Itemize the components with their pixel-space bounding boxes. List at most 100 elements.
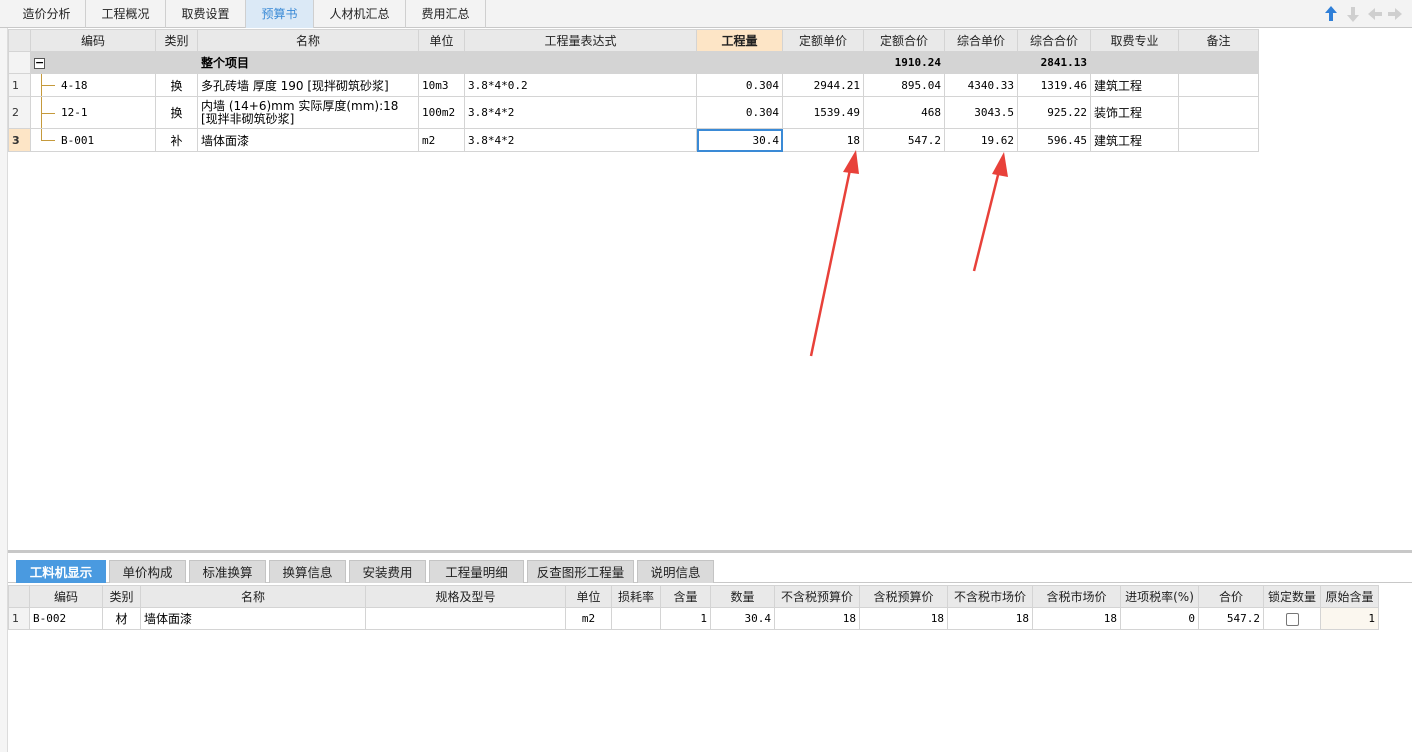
move-down-icon[interactable] — [1344, 4, 1362, 24]
remark-cell[interactable] — [1178, 96, 1259, 129]
name-cell[interactable]: 内墙 (14+6)mm 实际厚度(mm):18 [现拌非砌筑砂浆] — [197, 96, 419, 129]
header-comprehensive-unit-price[interactable]: 综合单价 — [944, 29, 1018, 52]
header-name[interactable]: 名称 — [140, 585, 366, 608]
tab-installation-fee[interactable]: 安装费用 — [349, 560, 426, 583]
specialty-cell[interactable]: 建筑工程 — [1090, 128, 1179, 152]
header-type[interactable]: 类别 — [102, 585, 141, 608]
remark-cell[interactable] — [1178, 73, 1259, 97]
code-cell[interactable]: 12-1 — [30, 96, 156, 129]
header-tax-market[interactable]: 含税市场价 — [1032, 585, 1121, 608]
table-row[interactable]: 1 B-002 材 墙体面漆 m2 1 30.4 18 18 18 18 0 5… — [8, 607, 1379, 630]
group-row-whole-project[interactable]: − 整个项目 1910.24 2841.13 — [8, 51, 1259, 74]
header-code[interactable]: 编码 — [30, 29, 156, 52]
expression-cell[interactable]: 3.8*4*0.2 — [464, 73, 697, 97]
quantity-cell[interactable]: 0.304 — [696, 73, 783, 97]
code-cell[interactable]: B-002 — [29, 607, 103, 630]
tab-labor-material-display[interactable]: 工料机显示 — [16, 560, 106, 583]
header-content[interactable]: 含量 — [660, 585, 711, 608]
header-original-content[interactable]: 原始含量 — [1320, 585, 1379, 608]
header-lock-quantity[interactable]: 锁定数量 — [1263, 585, 1321, 608]
tab-labor-material-summary[interactable]: 人材机汇总 — [314, 0, 406, 28]
table-row[interactable]: 1 4-18 换 多孔砖墙 厚度 190 [现拌砌筑砂浆] 10m3 3.8*4… — [8, 73, 1259, 97]
expression-cell[interactable]: 3.8*4*2 — [464, 128, 697, 152]
quantity-cell[interactable]: 30.4 — [710, 607, 775, 630]
quantity-cell[interactable]: 30.4 — [696, 128, 783, 152]
header-remark[interactable]: 备注 — [1178, 29, 1259, 52]
header-loss-rate[interactable]: 损耗率 — [611, 585, 661, 608]
header-input-tax-rate[interactable]: 进项税率(%) — [1120, 585, 1199, 608]
tab-reverse-lookup-quantity[interactable]: 反查图形工程量 — [527, 560, 634, 583]
header-total[interactable]: 合价 — [1198, 585, 1264, 608]
header-type[interactable]: 类别 — [155, 29, 198, 52]
pre-tax-market-cell[interactable]: 18 — [947, 607, 1033, 630]
header-name[interactable]: 名称 — [197, 29, 419, 52]
code-cell[interactable]: 4-18 — [30, 73, 156, 97]
header-quota-total[interactable]: 定额合价 — [863, 29, 945, 52]
tab-unit-price-composition[interactable]: 单价构成 — [109, 560, 186, 583]
header-pre-tax-budget[interactable]: 不含税预算价 — [774, 585, 860, 608]
unit-cell[interactable]: m2 — [418, 128, 465, 152]
comp-price-cell[interactable]: 3043.5 — [944, 96, 1018, 129]
unit-cell[interactable]: m2 — [565, 607, 612, 630]
tab-standard-conversion[interactable]: 标准换算 — [189, 560, 266, 583]
tax-rate-cell[interactable]: 0 — [1120, 607, 1199, 630]
name-cell[interactable]: 墙体面漆 — [140, 607, 366, 630]
header-spec[interactable]: 规格及型号 — [365, 585, 566, 608]
specialty-cell[interactable]: 建筑工程 — [1090, 73, 1179, 97]
header-tax-budget[interactable]: 含税预算价 — [859, 585, 948, 608]
header-unit[interactable]: 单位 — [418, 29, 465, 52]
header-quantity[interactable]: 数量 — [710, 585, 775, 608]
header-unit[interactable]: 单位 — [565, 585, 612, 608]
move-up-icon[interactable] — [1322, 4, 1340, 24]
tax-budget-cell[interactable]: 18 — [859, 607, 948, 630]
tab-conversion-info[interactable]: 换算信息 — [269, 560, 346, 583]
move-left-icon[interactable] — [1366, 4, 1384, 24]
tab-fee-summary[interactable]: 费用汇总 — [406, 0, 486, 28]
quota-price-cell[interactable]: 1539.49 — [782, 96, 864, 129]
lock-quantity-checkbox[interactable] — [1285, 612, 1299, 626]
name-cell[interactable]: 墙体面漆 — [197, 128, 419, 152]
move-right-icon[interactable] — [1386, 4, 1404, 24]
tab-cost-analysis[interactable]: 造价分析 — [8, 0, 86, 28]
collapse-cell[interactable]: − — [30, 51, 156, 74]
type-cell[interactable]: 材 — [102, 607, 141, 630]
header-pre-tax-market[interactable]: 不含税市场价 — [947, 585, 1033, 608]
panel-splitter[interactable] — [8, 550, 1412, 553]
type-cell[interactable]: 换 — [155, 96, 198, 129]
type-cell[interactable]: 补 — [155, 128, 198, 152]
spec-cell[interactable] — [365, 607, 566, 630]
tab-fee-settings[interactable]: 取费设置 — [166, 0, 246, 28]
remark-cell[interactable] — [1178, 128, 1259, 152]
pre-tax-budget-cell[interactable]: 18 — [774, 607, 860, 630]
comp-price-cell[interactable]: 19.62 — [944, 128, 1018, 152]
header-comprehensive-total[interactable]: 综合合价 — [1017, 29, 1091, 52]
table-row[interactable]: 2 12-1 换 内墙 (14+6)mm 实际厚度(mm):18 [现拌非砌筑砂… — [8, 96, 1259, 129]
quota-price-cell[interactable]: 18 — [782, 128, 864, 152]
header-quota-unit-price[interactable]: 定额单价 — [782, 29, 864, 52]
group-name[interactable]: 整个项目 — [197, 51, 419, 74]
unit-cell[interactable]: 10m3 — [418, 73, 465, 97]
tax-market-cell[interactable]: 18 — [1032, 607, 1121, 630]
header-qty-expression[interactable]: 工程量表达式 — [464, 29, 697, 52]
specialty-cell[interactable]: 装饰工程 — [1090, 96, 1179, 129]
unit-cell[interactable]: 100m2 — [418, 96, 465, 129]
name-cell[interactable]: 多孔砖墙 厚度 190 [现拌砌筑砂浆] — [197, 73, 419, 97]
collapse-icon[interactable]: − — [34, 57, 45, 69]
quota-price-cell[interactable]: 2944.21 — [782, 73, 864, 97]
type-cell[interactable]: 换 — [155, 73, 198, 97]
quantity-cell[interactable]: 0.304 — [696, 96, 783, 129]
loss-cell[interactable] — [611, 607, 661, 630]
comp-price-cell[interactable]: 4340.33 — [944, 73, 1018, 97]
header-fee-specialty[interactable]: 取费专业 — [1090, 29, 1179, 52]
header-code[interactable]: 编码 — [29, 585, 103, 608]
tab-budget-book[interactable]: 预算书 — [246, 0, 314, 28]
expression-cell[interactable]: 3.8*4*2 — [464, 96, 697, 129]
tab-description[interactable]: 说明信息 — [637, 560, 714, 583]
lock-cell[interactable] — [1263, 607, 1321, 630]
tab-quantity-detail[interactable]: 工程量明细 — [429, 560, 524, 583]
table-row[interactable]: 3 B-001 补 墙体面漆 m2 3.8*4*2 30.4 18 547.2 … — [8, 128, 1259, 152]
header-quantity[interactable]: 工程量 — [696, 29, 783, 52]
tab-project-overview[interactable]: 工程概况 — [86, 0, 166, 28]
code-cell[interactable]: B-001 — [30, 128, 156, 152]
content-cell[interactable]: 1 — [660, 607, 711, 630]
